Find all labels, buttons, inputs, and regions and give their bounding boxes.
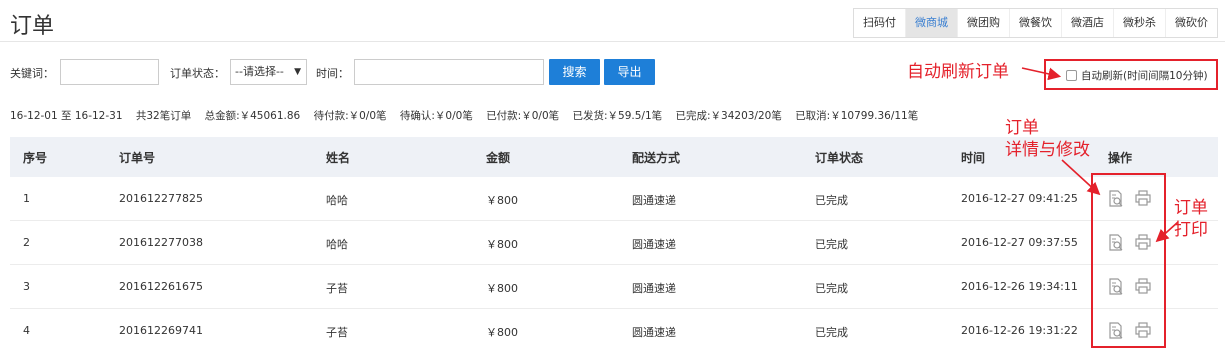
- operations-highlight: [1091, 173, 1166, 348]
- cell-index: 1: [23, 192, 30, 205]
- table-row: 2 201612277038 哈哈 ￥800 圆通速递 已完成 2016-12-…: [10, 221, 1218, 265]
- keyword-label: 关键词：: [10, 67, 54, 80]
- cell-index: 2: [23, 236, 30, 249]
- tab-flash-sale[interactable]: 微秒杀: [1114, 9, 1166, 37]
- printer-icon[interactable]: [1134, 189, 1152, 207]
- printer-icon[interactable]: [1134, 277, 1152, 295]
- summary-paid: 已付款:￥0/0笔: [486, 110, 560, 122]
- document-search-icon[interactable]: [1107, 234, 1125, 252]
- auto-refresh-checkbox[interactable]: [1066, 70, 1077, 81]
- cell-time: 2016-12-26 19:34:11: [961, 280, 1078, 293]
- col-actions: 操作: [1108, 151, 1133, 165]
- table-row: 3 201612261675 子苔 ￥800 圆通速递 已完成 2016-12-…: [10, 265, 1218, 309]
- tab-micro-mall[interactable]: 微商城: [906, 9, 958, 37]
- cell-amount: ￥800: [486, 282, 518, 295]
- summary-count: 共32笔订单: [135, 110, 192, 122]
- cell-amount: ￥800: [486, 326, 518, 339]
- cell-delivery: 圆通速递: [632, 238, 676, 251]
- order-summary: 16-12-01 至 16-12-31 共32笔订单 总金额:￥45061.86…: [10, 108, 918, 123]
- col-order-no: 订单号: [119, 151, 156, 165]
- col-name: 姓名: [326, 151, 351, 165]
- cell-delivery: 圆通速递: [632, 282, 676, 295]
- annotation-detail-subtitle: 详情与修改: [1005, 140, 1090, 160]
- col-index: 序号: [23, 151, 48, 165]
- cell-amount: ￥800: [486, 238, 518, 251]
- summary-completed: 已完成:￥34203/20笔: [675, 110, 782, 122]
- caret-down-icon: ▼: [294, 67, 301, 77]
- tab-bargain[interactable]: 微砍价: [1166, 9, 1217, 37]
- cell-delivery: 圆通速递: [632, 326, 676, 339]
- auto-refresh-label: 自动刷新(时间间隔10分钟): [1081, 70, 1208, 82]
- cell-index: 4: [23, 324, 30, 337]
- cell-delivery: 圆通速递: [632, 194, 676, 207]
- annotation-detail-title: 订单: [1005, 118, 1039, 138]
- cell-order-no: 201612277038: [119, 236, 203, 249]
- time-range-input[interactable]: [354, 59, 544, 85]
- module-tabs: 扫码付 微商城 微团购 微餐饮 微酒店 微秒杀 微砍价: [853, 8, 1218, 38]
- summary-shipped: 已发货:￥59.5/1笔: [572, 110, 663, 122]
- tab-group-buy[interactable]: 微团购: [958, 9, 1010, 37]
- summary-cancelled: 已取消:￥10799.36/11笔: [795, 110, 919, 122]
- search-button[interactable]: 搜索: [549, 59, 600, 85]
- tab-scan-pay[interactable]: 扫码付: [854, 9, 906, 37]
- cell-time: 2016-12-26 19:31:22: [961, 324, 1078, 337]
- annotation-auto-refresh: 自动刷新订单: [907, 62, 1009, 82]
- cell-status: 已完成: [815, 326, 848, 339]
- cell-name: 子苔: [326, 282, 348, 295]
- time-label: 时间：: [316, 67, 349, 80]
- col-status: 订单状态: [815, 151, 864, 165]
- summary-total: 总金额:￥45061.86: [204, 110, 301, 122]
- cell-amount: ￥800: [486, 194, 518, 207]
- summary-range: 16-12-01 至 16-12-31: [10, 110, 123, 122]
- cell-index: 3: [23, 280, 30, 293]
- keyword-input[interactable]: [60, 59, 159, 85]
- cell-status: 已完成: [815, 194, 848, 207]
- document-search-icon[interactable]: [1107, 322, 1125, 340]
- cell-name: 哈哈: [326, 194, 348, 207]
- summary-pending-pay: 待付款:￥0/0笔: [313, 110, 387, 122]
- cell-status: 已完成: [815, 238, 848, 251]
- col-amount: 金额: [486, 151, 511, 165]
- tab-catering[interactable]: 微餐饮: [1010, 9, 1062, 37]
- status-select[interactable]: --请选择-- ▼: [230, 59, 307, 85]
- cell-time: 2016-12-27 09:37:55: [961, 236, 1078, 249]
- col-delivery: 配送方式: [632, 151, 681, 165]
- auto-refresh-toggle[interactable]: 自动刷新(时间间隔10分钟): [1044, 59, 1218, 90]
- printer-icon[interactable]: [1134, 233, 1152, 251]
- cell-order-no: 201612277825: [119, 192, 203, 205]
- export-button[interactable]: 导出: [604, 59, 655, 85]
- cell-time: 2016-12-27 09:41:25: [961, 192, 1078, 205]
- cell-name: 子苔: [326, 326, 348, 339]
- annotation-print-title: 订单: [1174, 198, 1208, 218]
- cell-status: 已完成: [815, 282, 848, 295]
- title-divider: [0, 41, 1225, 42]
- col-time: 时间: [961, 151, 986, 165]
- status-label: 订单状态：: [170, 67, 225, 80]
- cell-name: 哈哈: [326, 238, 348, 251]
- status-select-value: --请选择--: [235, 65, 284, 78]
- tab-hotel[interactable]: 微酒店: [1062, 9, 1114, 37]
- annotation-print-subtitle: 打印: [1174, 220, 1208, 240]
- printer-icon[interactable]: [1134, 321, 1152, 339]
- document-search-icon[interactable]: [1107, 278, 1125, 296]
- table-row: 1 201612277825 哈哈 ￥800 圆通速递 已完成 2016-12-…: [10, 177, 1218, 221]
- cell-order-no: 201612269741: [119, 324, 203, 337]
- document-search-icon[interactable]: [1107, 190, 1125, 208]
- page-title: 订单: [10, 14, 55, 39]
- summary-pending-confirm: 待确认:￥0/0笔: [399, 110, 473, 122]
- table-row: 4 201612269741 子苔 ￥800 圆通速递 已完成 2016-12-…: [10, 309, 1218, 353]
- cell-order-no: 201612261675: [119, 280, 203, 293]
